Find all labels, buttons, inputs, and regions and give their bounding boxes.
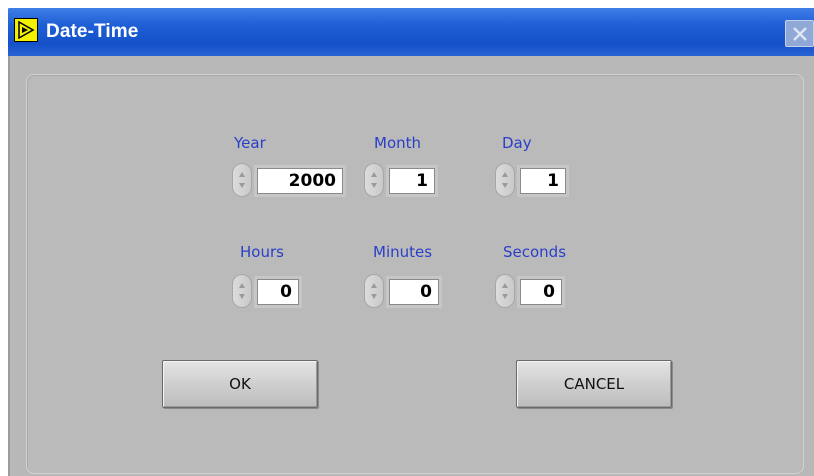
minutes-label: Minutes [373, 243, 433, 261]
year-spinner[interactable] [232, 163, 252, 197]
hours-label: Hours [240, 243, 284, 261]
month-field[interactable]: 1 [386, 165, 438, 197]
hours-value[interactable]: 0 [257, 279, 299, 305]
increment-arrow-icon[interactable] [502, 283, 508, 288]
increment-arrow-icon[interactable] [239, 172, 245, 177]
month-label: Month [374, 134, 422, 152]
decrement-arrow-icon[interactable] [371, 294, 377, 299]
increment-arrow-icon[interactable] [239, 283, 245, 288]
cancel-button[interactable]: CANCEL [516, 360, 672, 408]
seconds-spinner[interactable] [495, 274, 515, 308]
hours-field[interactable]: 0 [254, 276, 302, 308]
title-bar[interactable]: Date-Time [8, 8, 814, 56]
decrement-arrow-icon[interactable] [239, 183, 245, 188]
year-field[interactable]: 2000 [254, 165, 346, 197]
increment-arrow-icon[interactable] [371, 172, 377, 177]
decrement-arrow-icon[interactable] [502, 294, 508, 299]
day-value[interactable]: 1 [520, 168, 566, 194]
window-border [8, 56, 10, 476]
day-spinner[interactable] [495, 163, 515, 197]
year-label: Year [234, 134, 266, 152]
month-value[interactable]: 1 [389, 168, 435, 194]
minutes-field[interactable]: 0 [386, 276, 442, 308]
ok-button[interactable]: OK [162, 360, 318, 408]
seconds-label: Seconds [503, 243, 567, 261]
minutes-value[interactable]: 0 [389, 279, 439, 305]
hours-spinner[interactable] [232, 274, 252, 308]
year-value[interactable]: 2000 [257, 168, 343, 194]
decrement-arrow-icon[interactable] [502, 183, 508, 188]
month-spinner[interactable] [364, 163, 384, 197]
seconds-value[interactable]: 0 [520, 279, 562, 305]
seconds-field[interactable]: 0 [517, 276, 565, 308]
close-icon [793, 27, 807, 41]
minutes-spinner[interactable] [364, 274, 384, 308]
window-title: Date-Time [46, 21, 139, 42]
increment-arrow-icon[interactable] [371, 283, 377, 288]
close-button[interactable] [785, 20, 814, 47]
day-label: Day [502, 134, 532, 152]
vi-run-arrow-icon [14, 18, 38, 42]
day-field[interactable]: 1 [517, 165, 569, 197]
decrement-arrow-icon[interactable] [239, 294, 245, 299]
decrement-arrow-icon[interactable] [371, 183, 377, 188]
date-time-dialog: Date-Time Year 2000 Month 1 Day 1 Hours [8, 8, 814, 476]
increment-arrow-icon[interactable] [502, 172, 508, 177]
